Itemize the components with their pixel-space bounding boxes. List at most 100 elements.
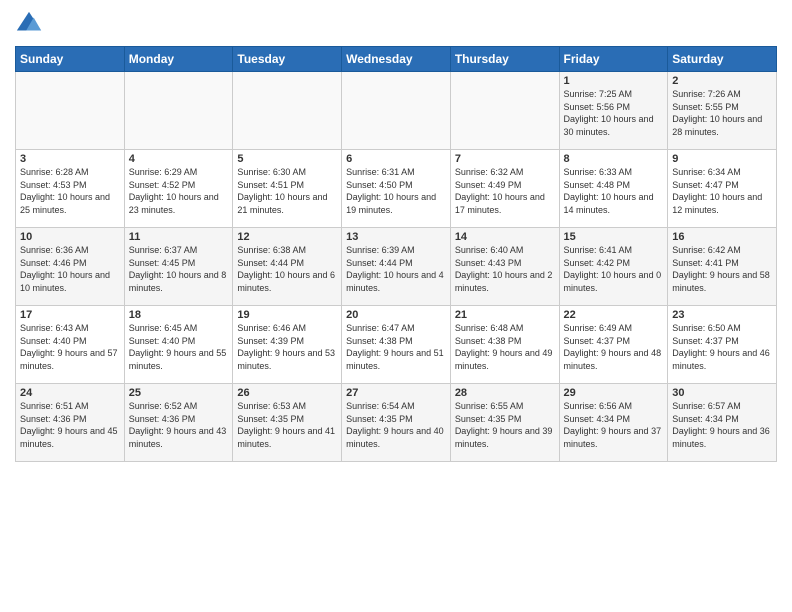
day-number: 20 [346, 309, 446, 321]
day-info: Sunrise: 6:33 AM Sunset: 4:48 PM Dayligh… [564, 166, 664, 216]
day-number: 8 [564, 153, 664, 165]
weekday-header-row: SundayMondayTuesdayWednesdayThursdayFrid… [16, 47, 777, 72]
day-number: 1 [564, 75, 664, 87]
day-info: Sunrise: 6:47 AM Sunset: 4:38 PM Dayligh… [346, 322, 446, 372]
day-number: 12 [237, 231, 337, 243]
calendar-cell: 23Sunrise: 6:50 AM Sunset: 4:37 PM Dayli… [668, 306, 777, 384]
day-info: Sunrise: 6:34 AM Sunset: 4:47 PM Dayligh… [672, 166, 772, 216]
calendar-cell: 11Sunrise: 6:37 AM Sunset: 4:45 PM Dayli… [124, 228, 233, 306]
day-info: Sunrise: 6:49 AM Sunset: 4:37 PM Dayligh… [564, 322, 664, 372]
day-number: 25 [129, 387, 229, 399]
day-info: Sunrise: 6:40 AM Sunset: 4:43 PM Dayligh… [455, 244, 555, 294]
day-info: Sunrise: 6:45 AM Sunset: 4:40 PM Dayligh… [129, 322, 229, 372]
day-info: Sunrise: 6:29 AM Sunset: 4:52 PM Dayligh… [129, 166, 229, 216]
calendar-cell: 13Sunrise: 6:39 AM Sunset: 4:44 PM Dayli… [342, 228, 451, 306]
calendar-cell: 15Sunrise: 6:41 AM Sunset: 4:42 PM Dayli… [559, 228, 668, 306]
day-number: 3 [20, 153, 120, 165]
calendar-cell: 2Sunrise: 7:26 AM Sunset: 5:55 PM Daylig… [668, 72, 777, 150]
calendar-cell: 12Sunrise: 6:38 AM Sunset: 4:44 PM Dayli… [233, 228, 342, 306]
day-info: Sunrise: 6:42 AM Sunset: 4:41 PM Dayligh… [672, 244, 772, 294]
day-number: 27 [346, 387, 446, 399]
day-number: 6 [346, 153, 446, 165]
calendar-cell: 25Sunrise: 6:52 AM Sunset: 4:36 PM Dayli… [124, 384, 233, 462]
day-number: 16 [672, 231, 772, 243]
day-number: 17 [20, 309, 120, 321]
day-info: Sunrise: 6:48 AM Sunset: 4:38 PM Dayligh… [455, 322, 555, 372]
day-number: 28 [455, 387, 555, 399]
calendar-cell: 17Sunrise: 6:43 AM Sunset: 4:40 PM Dayli… [16, 306, 125, 384]
calendar-cell: 6Sunrise: 6:31 AM Sunset: 4:50 PM Daylig… [342, 150, 451, 228]
calendar-cell: 24Sunrise: 6:51 AM Sunset: 4:36 PM Dayli… [16, 384, 125, 462]
day-number: 29 [564, 387, 664, 399]
calendar-cell: 16Sunrise: 6:42 AM Sunset: 4:41 PM Dayli… [668, 228, 777, 306]
calendar-cell [124, 72, 233, 150]
calendar-week-row: 17Sunrise: 6:43 AM Sunset: 4:40 PM Dayli… [16, 306, 777, 384]
weekday-header: Thursday [450, 47, 559, 72]
calendar-week-row: 10Sunrise: 6:36 AM Sunset: 4:46 PM Dayli… [16, 228, 777, 306]
day-number: 22 [564, 309, 664, 321]
day-info: Sunrise: 6:30 AM Sunset: 4:51 PM Dayligh… [237, 166, 337, 216]
day-number: 14 [455, 231, 555, 243]
weekday-header: Monday [124, 47, 233, 72]
day-number: 23 [672, 309, 772, 321]
calendar-cell [233, 72, 342, 150]
calendar-cell: 26Sunrise: 6:53 AM Sunset: 4:35 PM Dayli… [233, 384, 342, 462]
page: SundayMondayTuesdayWednesdayThursdayFrid… [0, 0, 792, 612]
calendar-cell: 1Sunrise: 7:25 AM Sunset: 5:56 PM Daylig… [559, 72, 668, 150]
calendar-cell: 21Sunrise: 6:48 AM Sunset: 4:38 PM Dayli… [450, 306, 559, 384]
day-info: Sunrise: 7:25 AM Sunset: 5:56 PM Dayligh… [564, 88, 664, 138]
logo-icon [15, 10, 43, 38]
day-info: Sunrise: 6:43 AM Sunset: 4:40 PM Dayligh… [20, 322, 120, 372]
day-number: 15 [564, 231, 664, 243]
weekday-header: Wednesday [342, 47, 451, 72]
day-number: 19 [237, 309, 337, 321]
calendar-cell: 30Sunrise: 6:57 AM Sunset: 4:34 PM Dayli… [668, 384, 777, 462]
calendar-cell: 19Sunrise: 6:46 AM Sunset: 4:39 PM Dayli… [233, 306, 342, 384]
day-info: Sunrise: 6:41 AM Sunset: 4:42 PM Dayligh… [564, 244, 664, 294]
calendar-cell: 28Sunrise: 6:55 AM Sunset: 4:35 PM Dayli… [450, 384, 559, 462]
day-info: Sunrise: 6:46 AM Sunset: 4:39 PM Dayligh… [237, 322, 337, 372]
day-info: Sunrise: 6:56 AM Sunset: 4:34 PM Dayligh… [564, 400, 664, 450]
calendar-week-row: 1Sunrise: 7:25 AM Sunset: 5:56 PM Daylig… [16, 72, 777, 150]
calendar-cell [16, 72, 125, 150]
calendar-cell: 14Sunrise: 6:40 AM Sunset: 4:43 PM Dayli… [450, 228, 559, 306]
day-info: Sunrise: 6:37 AM Sunset: 4:45 PM Dayligh… [129, 244, 229, 294]
calendar-cell: 7Sunrise: 6:32 AM Sunset: 4:49 PM Daylig… [450, 150, 559, 228]
calendar-cell: 4Sunrise: 6:29 AM Sunset: 4:52 PM Daylig… [124, 150, 233, 228]
weekday-header: Sunday [16, 47, 125, 72]
day-info: Sunrise: 6:51 AM Sunset: 4:36 PM Dayligh… [20, 400, 120, 450]
day-number: 21 [455, 309, 555, 321]
calendar: SundayMondayTuesdayWednesdayThursdayFrid… [15, 46, 777, 462]
day-number: 9 [672, 153, 772, 165]
calendar-cell: 27Sunrise: 6:54 AM Sunset: 4:35 PM Dayli… [342, 384, 451, 462]
day-info: Sunrise: 6:57 AM Sunset: 4:34 PM Dayligh… [672, 400, 772, 450]
day-number: 2 [672, 75, 772, 87]
day-number: 13 [346, 231, 446, 243]
day-number: 18 [129, 309, 229, 321]
calendar-cell [342, 72, 451, 150]
header [15, 10, 777, 38]
calendar-cell: 18Sunrise: 6:45 AM Sunset: 4:40 PM Dayli… [124, 306, 233, 384]
day-info: Sunrise: 6:38 AM Sunset: 4:44 PM Dayligh… [237, 244, 337, 294]
day-number: 5 [237, 153, 337, 165]
day-info: Sunrise: 6:53 AM Sunset: 4:35 PM Dayligh… [237, 400, 337, 450]
calendar-cell: 9Sunrise: 6:34 AM Sunset: 4:47 PM Daylig… [668, 150, 777, 228]
day-number: 11 [129, 231, 229, 243]
day-info: Sunrise: 6:31 AM Sunset: 4:50 PM Dayligh… [346, 166, 446, 216]
calendar-cell [450, 72, 559, 150]
day-number: 26 [237, 387, 337, 399]
calendar-week-row: 3Sunrise: 6:28 AM Sunset: 4:53 PM Daylig… [16, 150, 777, 228]
day-info: Sunrise: 6:36 AM Sunset: 4:46 PM Dayligh… [20, 244, 120, 294]
day-number: 7 [455, 153, 555, 165]
weekday-header: Saturday [668, 47, 777, 72]
day-info: Sunrise: 6:32 AM Sunset: 4:49 PM Dayligh… [455, 166, 555, 216]
weekday-header: Friday [559, 47, 668, 72]
day-info: Sunrise: 6:50 AM Sunset: 4:37 PM Dayligh… [672, 322, 772, 372]
calendar-week-row: 24Sunrise: 6:51 AM Sunset: 4:36 PM Dayli… [16, 384, 777, 462]
day-number: 30 [672, 387, 772, 399]
logo [15, 10, 47, 38]
calendar-cell: 10Sunrise: 6:36 AM Sunset: 4:46 PM Dayli… [16, 228, 125, 306]
day-info: Sunrise: 6:54 AM Sunset: 4:35 PM Dayligh… [346, 400, 446, 450]
day-info: Sunrise: 6:28 AM Sunset: 4:53 PM Dayligh… [20, 166, 120, 216]
day-number: 10 [20, 231, 120, 243]
